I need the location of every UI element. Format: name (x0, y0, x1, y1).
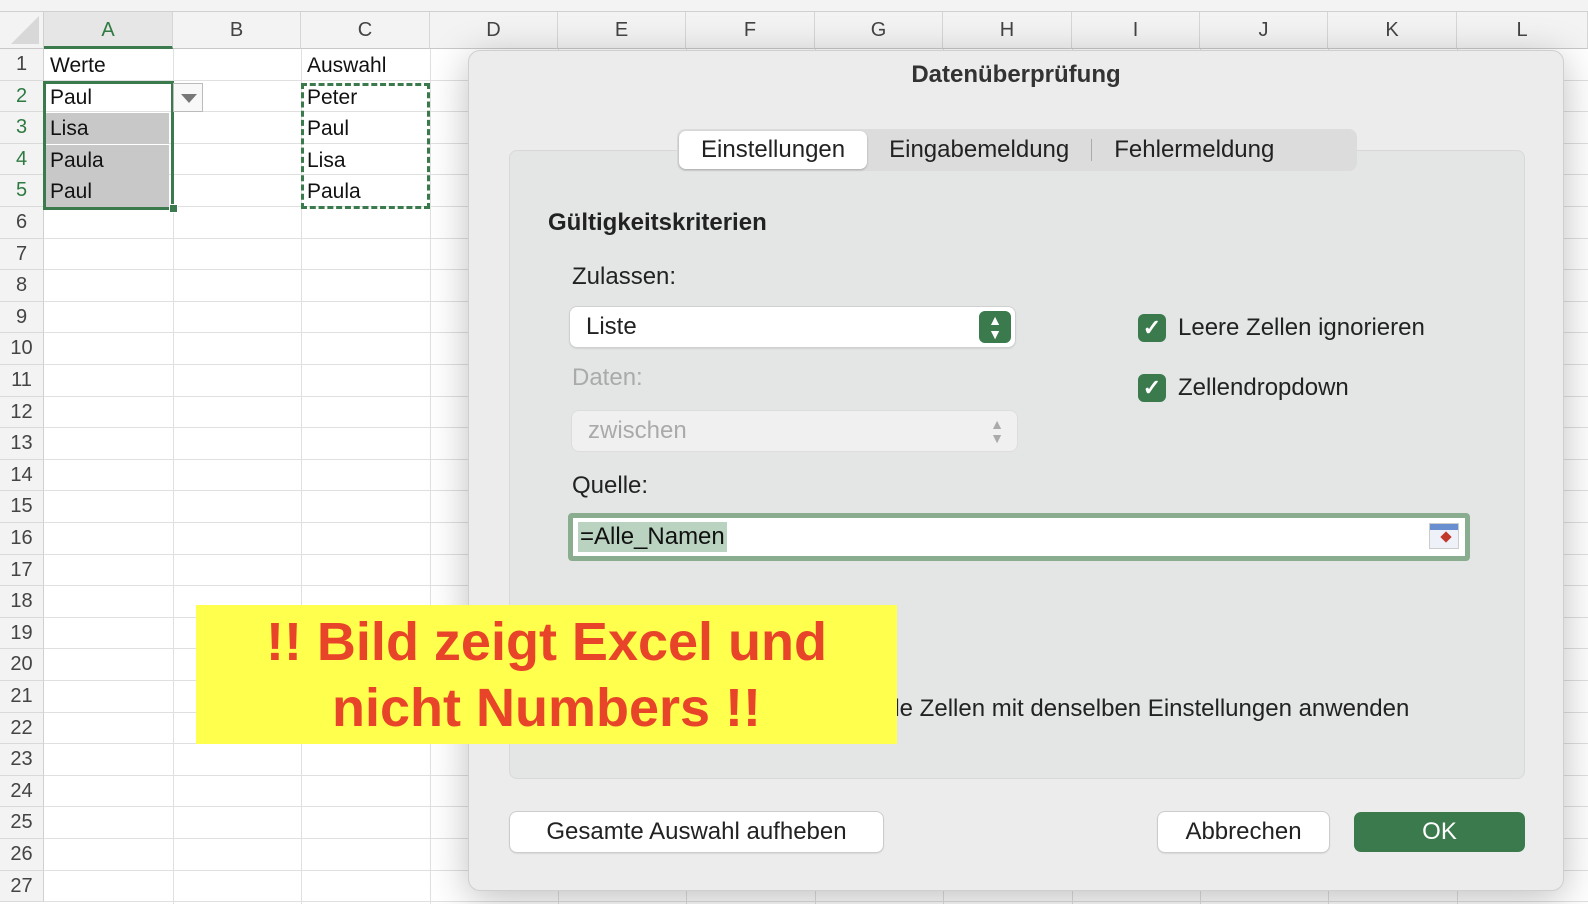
row-header-24[interactable]: 24 (0, 775, 44, 808)
toolbar-edge (0, 0, 1588, 12)
row-header-9[interactable]: 9 (0, 301, 44, 334)
column-header-H[interactable]: H (943, 12, 1072, 49)
cell-C1[interactable]: Auswahl (302, 50, 429, 81)
column-header-B[interactable]: B (173, 12, 301, 49)
row-header-23[interactable]: 23 (0, 744, 44, 776)
allow-select[interactable]: Liste ▲ ▼ (570, 307, 1015, 347)
data-label: Daten: (572, 364, 643, 391)
dialog-title: Datenüberprüfung (911, 61, 1121, 88)
allow-value: Liste (586, 313, 637, 340)
row-header-17[interactable]: 17 (0, 554, 44, 587)
row-header-27[interactable]: 27 (0, 870, 44, 903)
row-header-16[interactable]: 16 (0, 523, 44, 555)
allow-label: Zulassen: (572, 263, 677, 290)
row-header-13[interactable]: 13 (0, 428, 44, 460)
column-header-G[interactable]: G (815, 12, 943, 49)
row-header-7[interactable]: 7 (0, 238, 44, 271)
fill-handle[interactable] (169, 204, 178, 213)
updown-chevron-icon: ▲ ▼ (990, 416, 1004, 446)
column-header-K[interactable]: K (1328, 12, 1457, 49)
row-header-4[interactable]: 4 (0, 143, 44, 176)
column-header-I[interactable]: I (1072, 12, 1200, 49)
select-all-corner[interactable] (0, 12, 44, 49)
cell-dropdown-button[interactable] (173, 83, 203, 112)
ok-button[interactable]: OK (1354, 812, 1525, 852)
data-select[interactable]: zwischen ▲ ▼ (572, 411, 1017, 451)
column-header-E[interactable]: E (558, 12, 686, 49)
apply-all-label: lle Zellen mit denselben Einstellungen a… (889, 695, 1410, 722)
range-picker-icon[interactable] (1429, 523, 1459, 549)
copy-marquee (301, 83, 430, 209)
row-header-25[interactable]: 25 (0, 807, 44, 839)
row-header-8[interactable]: 8 (0, 270, 44, 302)
column-header-D[interactable]: D (430, 12, 558, 49)
selection-range (43, 81, 174, 210)
row-header-3[interactable]: 3 (0, 112, 44, 144)
data-validation-dialog: Datenüberprüfung Einstellungen Eingabeme… (468, 50, 1564, 891)
row-header-15[interactable]: 15 (0, 491, 44, 523)
section-title: Gültigkeitskriterien (548, 209, 767, 236)
column-header-L[interactable]: L (1457, 12, 1588, 49)
grid-line (44, 901, 1588, 903)
checkmark-icon: ✓ (1142, 375, 1162, 400)
source-value: =Alle_Namen (578, 522, 727, 552)
source-label: Quelle: (572, 472, 649, 499)
source-input[interactable]: =Alle_Namen (568, 513, 1470, 561)
banner-line-2: nicht Numbers !! (331, 678, 762, 738)
checkmark-icon: ✓ (1142, 315, 1162, 340)
in-cell-dropdown-label: Zellendropdown (1178, 374, 1349, 401)
column-header-A[interactable]: A (44, 12, 173, 49)
column-header-F[interactable]: F (686, 12, 815, 49)
row-header-18[interactable]: 18 (0, 586, 44, 618)
data-value: zwischen (588, 417, 687, 444)
ignore-blank-checkbox[interactable]: ✓ (1138, 314, 1166, 342)
row-header-10[interactable]: 10 (0, 333, 44, 365)
column-header-C[interactable]: C (301, 12, 430, 49)
ignore-blank-label: Leere Zellen ignorieren (1178, 314, 1425, 341)
tab-bar: Einstellungen Eingabemeldung Fehlermeldu… (677, 129, 1357, 171)
warning-banner: !! Bild zeigt Excel und nicht Numbers !! (196, 605, 897, 744)
cancel-button[interactable]: Abbrechen (1158, 812, 1329, 852)
clear-all-button[interactable]: Gesamte Auswahl aufheben (510, 812, 883, 852)
tab-error-message[interactable]: Fehlermeldung (1092, 131, 1296, 169)
tab-settings[interactable]: Einstellungen (679, 131, 868, 169)
updown-chevron-icon: ▲ ▼ (979, 311, 1011, 343)
row-header-5[interactable]: 5 (0, 175, 44, 207)
row-header-26[interactable]: 26 (0, 839, 44, 871)
row-header-11[interactable]: 11 (0, 365, 44, 397)
row-header-1[interactable]: 1 (0, 49, 44, 81)
row-header-2[interactable]: 2 (0, 80, 44, 113)
row-header-19[interactable]: 19 (0, 617, 44, 650)
row-header-14[interactable]: 14 (0, 459, 44, 492)
row-header-12[interactable]: 12 (0, 396, 44, 429)
banner-line-1: !! Bild zeigt Excel und (265, 612, 828, 672)
row-header-20[interactable]: 20 (0, 649, 44, 681)
row-header-21[interactable]: 21 (0, 681, 44, 713)
in-cell-dropdown-checkbox[interactable]: ✓ (1138, 374, 1166, 402)
column-header-J[interactable]: J (1200, 12, 1328, 49)
row-header-22[interactable]: 22 (0, 712, 44, 745)
row-header-6[interactable]: 6 (0, 207, 44, 239)
cell-A1[interactable]: Werte (45, 50, 169, 81)
tab-input-message[interactable]: Eingabemeldung (867, 131, 1091, 169)
